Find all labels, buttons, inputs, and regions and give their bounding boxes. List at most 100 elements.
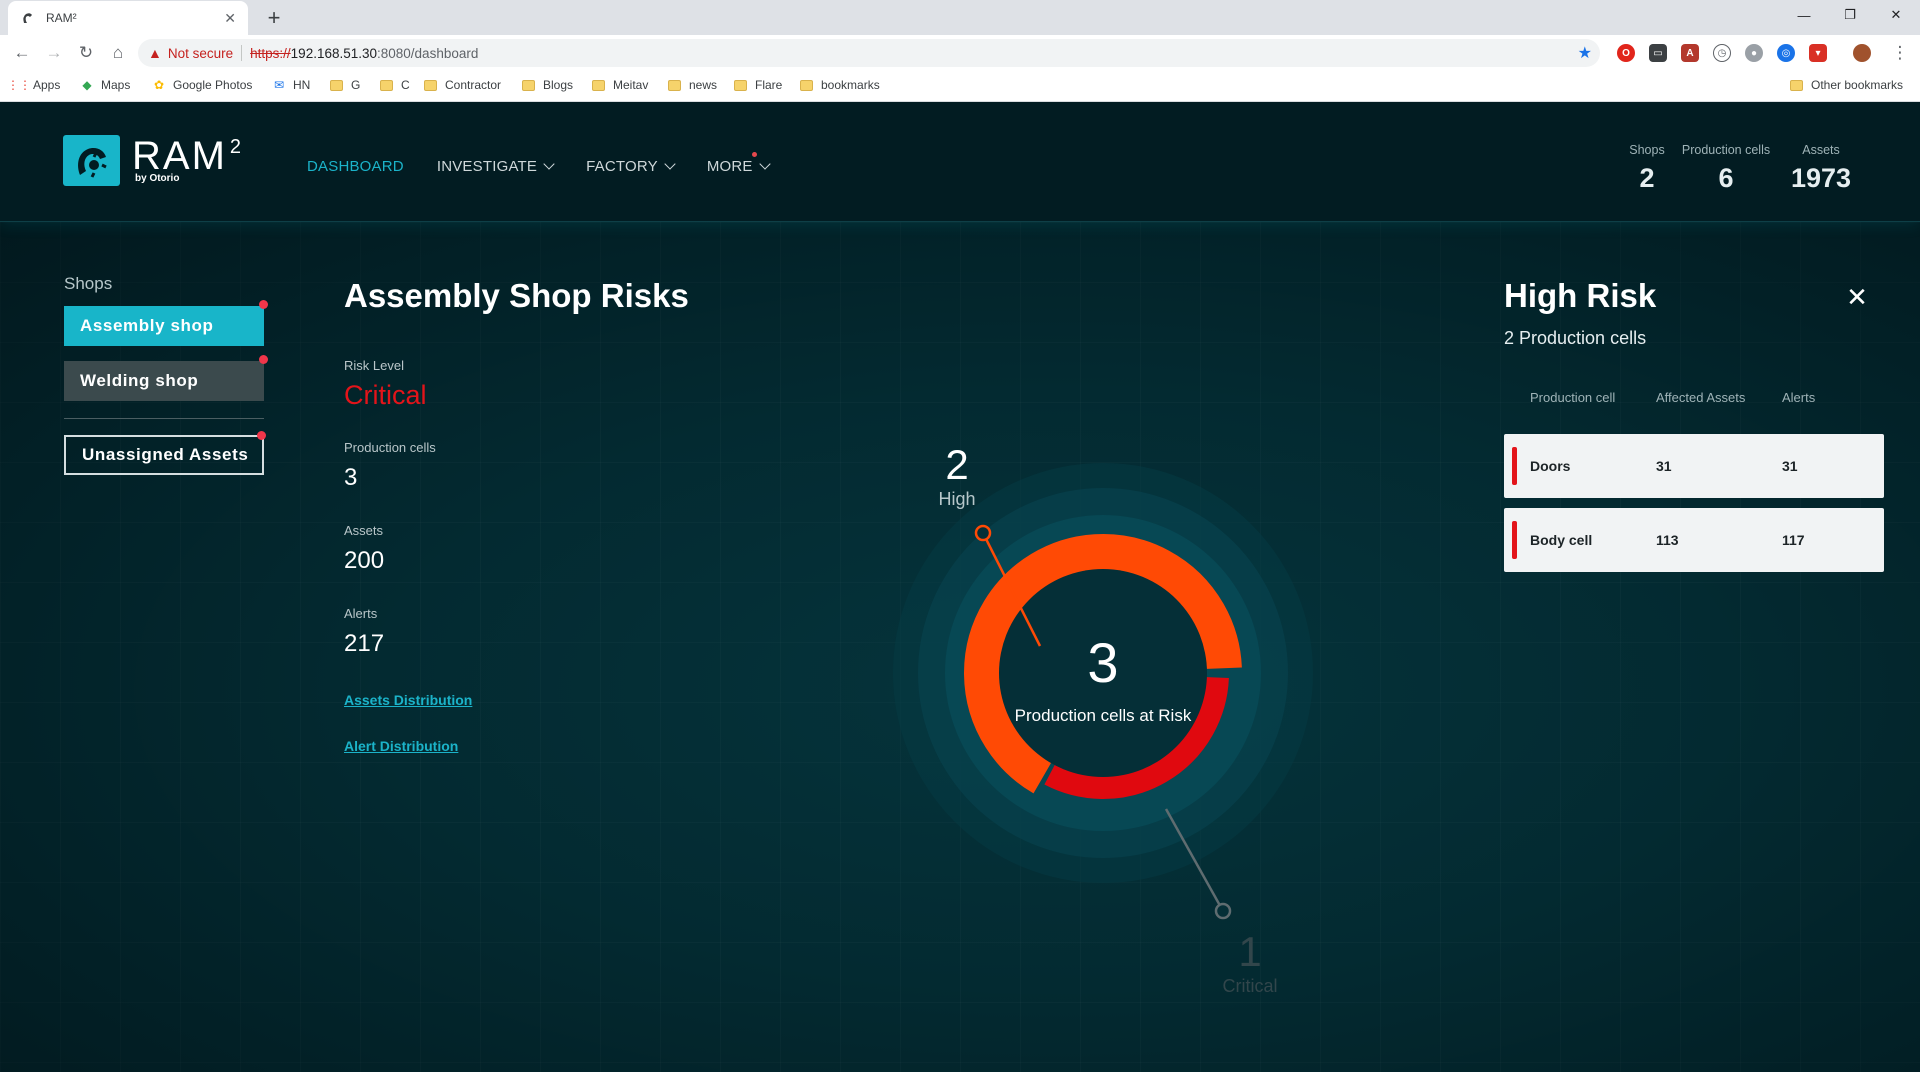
nav-factory[interactable]: FACTORY — [586, 157, 676, 175]
risk-level-value: Critical — [344, 380, 427, 410]
timer-extension-icon[interactable]: ◷ — [1713, 44, 1731, 62]
bookmark-item[interactable]: G — [330, 78, 360, 92]
alert-dot — [257, 431, 266, 440]
nav-investigate[interactable]: INVESTIGATE — [436, 157, 555, 175]
table-row[interactable]: Doors 31 31 — [1504, 434, 1884, 498]
bookmark-item[interactable]: ⋮⋮ Apps — [7, 78, 60, 92]
address-bar[interactable]: ▲ Not secure https:// 192.168.51.30 :808… — [138, 39, 1600, 67]
photos-icon: ✿ — [153, 78, 165, 92]
reload-icon[interactable]: ↻ — [74, 41, 98, 65]
bookmark-label: bookmarks — [821, 78, 880, 92]
chat-extension-icon[interactable]: ● — [1745, 44, 1763, 62]
shop-welding-button[interactable]: Welding shop — [64, 355, 268, 401]
row-alerts: 31 — [1782, 458, 1798, 474]
window-close-icon[interactable]: ✕ — [1873, 0, 1919, 30]
bookmark-item[interactable]: news — [668, 78, 717, 92]
bookmark-star-icon[interactable]: ★ — [1578, 43, 1592, 63]
ram-logo[interactable]: RAM 2 by Otorio — [63, 135, 241, 186]
tab-close-icon[interactable]: ✕ — [224, 10, 236, 27]
bookmark-item[interactable]: ✿ Google Photos — [152, 78, 252, 92]
bookmark-item[interactable]: Flare — [734, 78, 782, 92]
bookmark-item[interactable]: ◆ Maps — [80, 78, 130, 92]
profile-avatar[interactable] — [1853, 44, 1871, 62]
row-cell-name: Body cell — [1530, 532, 1593, 548]
bookmark-item[interactable]: Blogs — [522, 78, 573, 92]
alert-distribution-link[interactable]: Alert Distribution — [344, 738, 458, 754]
alerts-label: Alerts — [344, 606, 378, 621]
shops-heading: Shops — [64, 274, 113, 293]
pdf-extension-icon[interactable]: A — [1681, 44, 1699, 62]
forward-icon[interactable]: → — [42, 41, 66, 65]
folder-icon — [800, 79, 813, 91]
bookmark-label: Flare — [755, 78, 783, 92]
column-header-alerts[interactable]: Alerts — [1782, 390, 1815, 405]
sync-extension-icon[interactable]: ◎ — [1777, 44, 1795, 62]
minimize-icon[interactable]: — — [1781, 0, 1827, 30]
browser-tab[interactable]: RAM² ✕ — [8, 1, 248, 35]
home-icon[interactable]: ⌂ — [106, 41, 130, 65]
high-risk-title: High Risk — [1504, 277, 1657, 314]
url-protocol: https:// — [250, 45, 291, 61]
other-bookmarks[interactable]: Other bookmarks — [1790, 78, 1903, 92]
bookmark-item[interactable]: Contractor — [424, 78, 501, 92]
donut-center-label: Production cells at Risk — [1015, 706, 1192, 725]
restore-icon[interactable]: ❐ — [1827, 0, 1873, 30]
stat-shops: Shops 2 — [1622, 143, 1672, 194]
url-path: :8080/dashboard — [377, 45, 479, 61]
critical-leader-marker — [1214, 902, 1232, 920]
assets-label: Assets — [344, 523, 384, 538]
notification-dot — [751, 152, 757, 157]
critical-label: Critical — [1222, 976, 1277, 996]
bookmark-label: Contractor — [445, 78, 502, 92]
logo-name: RAM — [132, 134, 227, 178]
sidebar-divider — [64, 418, 264, 419]
nav-dashboard[interactable]: DASHBOARD — [307, 158, 404, 175]
tab-manager-extension-icon[interactable]: ▭ — [1649, 44, 1667, 62]
mail-icon: ✉ — [273, 78, 285, 92]
high-count: 2 — [945, 441, 968, 488]
chevron-down-icon — [543, 157, 555, 170]
folder-icon — [668, 79, 681, 91]
folder-icon — [424, 79, 437, 91]
nav-label: INVESTIGATE — [436, 158, 538, 175]
tab-title: RAM² — [46, 11, 77, 25]
bookmark-item[interactable]: C — [380, 78, 410, 92]
unassigned-assets-button[interactable]: Unassigned Assets — [64, 431, 266, 475]
new-tab-icon[interactable]: + — [260, 4, 288, 32]
maps-icon: ◆ — [82, 78, 92, 92]
bookmark-label: C — [401, 78, 410, 92]
shop-assembly-button[interactable]: Assembly shop — [64, 300, 268, 346]
nav-more[interactable]: MORE — [707, 152, 771, 175]
pocket-extension-icon[interactable]: ▾ — [1809, 44, 1827, 62]
bookmark-item[interactable]: ✉ HN — [272, 78, 310, 92]
security-status[interactable]: Not secure — [168, 46, 233, 61]
ram-favicon-icon — [20, 10, 36, 26]
risk-indicator-bar — [1512, 521, 1517, 559]
folder-icon — [1790, 79, 1803, 91]
bookmark-item[interactable]: Meitav — [592, 78, 648, 92]
nav-label: FACTORY — [586, 158, 658, 175]
folder-icon — [522, 79, 535, 91]
bookmark-label: Google Photos — [173, 78, 253, 92]
column-header-production-cell[interactable]: Production cell — [1530, 390, 1615, 405]
chevron-down-icon — [758, 157, 771, 170]
close-panel-icon[interactable]: ✕ — [1842, 282, 1872, 312]
page-title: Assembly Shop Risks — [344, 277, 689, 314]
omnibox-divider — [241, 45, 243, 61]
bookmark-label: Meitav — [613, 78, 649, 92]
stat-label: Shops — [1629, 143, 1665, 157]
browser-menu-icon[interactable]: ⋮ — [1888, 41, 1912, 65]
bookmark-label: news — [689, 78, 718, 92]
table-row[interactable]: Body cell 113 117 — [1504, 508, 1884, 572]
back-icon[interactable]: ← — [10, 41, 34, 65]
assets-value: 200 — [344, 547, 385, 574]
folder-icon — [734, 79, 747, 91]
column-header-affected-assets[interactable]: Affected Assets — [1656, 390, 1745, 405]
assets-distribution-link[interactable]: Assets Distribution — [344, 692, 472, 708]
donut-center-value: 3 — [1087, 631, 1118, 694]
opera-extension-icon[interactable]: O — [1617, 44, 1635, 62]
ram-app: RAM 2 by Otorio DASHBOARD INVESTIGATE FAC… — [0, 102, 1920, 1072]
apps-grid-icon: ⋮⋮ — [7, 78, 31, 92]
bookmark-item[interactable]: bookmarks — [800, 78, 880, 92]
bookmark-label: G — [351, 78, 361, 92]
